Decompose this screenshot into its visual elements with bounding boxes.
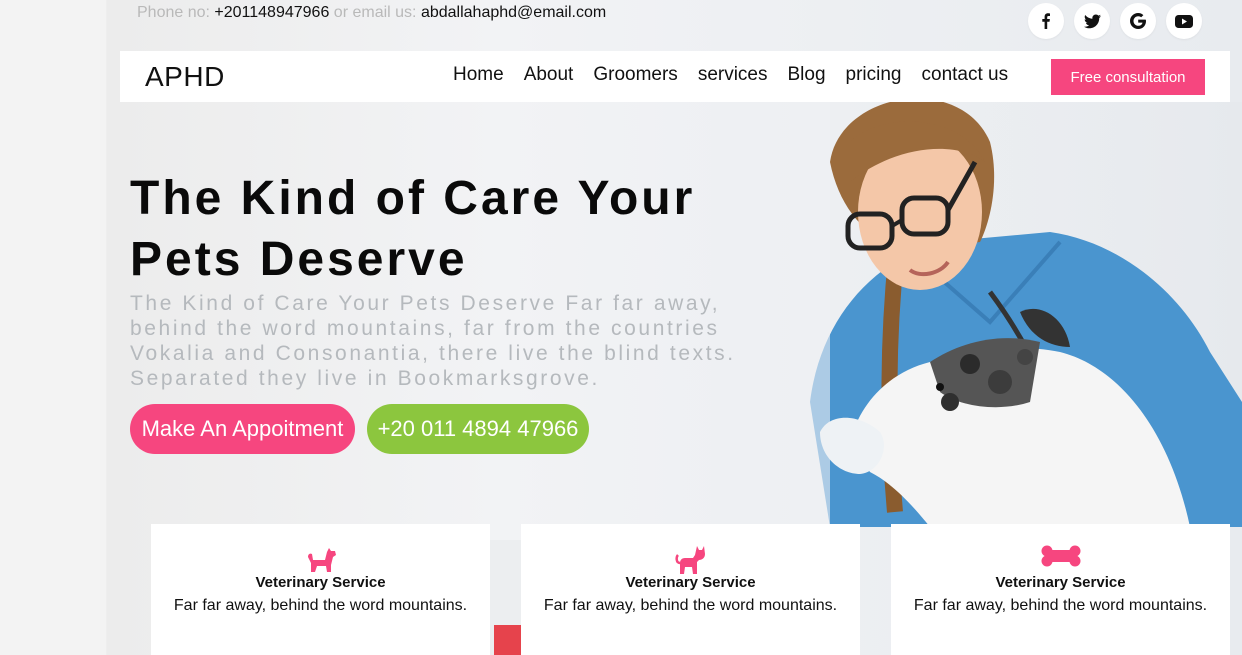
hero-subtitle: The Kind of Care Your Pets Deserve Far f… [130,292,736,390]
service-card[interactable]: Veterinary Service Far far away, behind … [151,524,490,655]
email-address[interactable]: abdallahaphd@email.com [421,4,606,21]
card-title: Veterinary Service [995,574,1126,591]
hero-photo-vet-with-dog [790,102,1242,527]
nav-contact[interactable]: contact us [922,64,1009,86]
youtube-icon [1175,14,1193,28]
nav-groomers[interactable]: Groomers [593,64,677,86]
phone-number[interactable]: +201148947966 [214,4,329,21]
nav-about[interactable]: About [524,64,574,86]
call-phone-button[interactable]: +20 011 4894 47966 [367,404,589,454]
card-text: Far far away, behind the word mountains. [543,597,838,614]
google-link[interactable] [1120,3,1156,39]
free-consultation-button[interactable]: Free consultation [1051,59,1205,95]
left-strip [0,0,106,655]
twitter-link[interactable] [1074,3,1110,39]
service-card[interactable]: Veterinary Service Far far away, behind … [891,524,1230,655]
card-text: Far far away, behind the word mountains. [913,597,1208,614]
nav-blog[interactable]: Blog [788,64,826,86]
youtube-link[interactable] [1166,3,1202,39]
nav-menu: Home About Groomers services Blog pricin… [453,64,1028,86]
nav-pricing[interactable]: pricing [846,64,902,86]
card-gap [490,540,521,655]
twitter-icon [1083,13,1101,28]
brand-logo[interactable]: APHD [145,61,225,93]
phone-label: Phone no: [137,4,210,21]
contact-bar: Phone no: +201148947966 or email us: abd… [137,4,606,22]
card-title: Veterinary Service [625,574,756,591]
bone-icon [1041,545,1081,572]
nav-home[interactable]: Home [453,64,504,86]
facebook-link[interactable] [1028,3,1064,39]
nav-services[interactable]: services [698,64,768,86]
social-links [1028,3,1202,39]
card-text: Far far away, behind the word mountains. [173,597,468,614]
card-title: Veterinary Service [255,574,386,591]
hero-title: The Kind of Care Your Pets Deserve [130,172,696,286]
google-icon [1130,13,1146,29]
main-navbar: APHD Home About Groomers services Blog p… [120,51,1230,102]
email-label: or email us: [333,4,417,21]
service-card[interactable]: Veterinary Service Far far away, behind … [521,524,860,655]
facebook-icon [1042,13,1050,29]
make-appointment-button[interactable]: Make An Appoitment [130,404,355,454]
red-object [494,625,521,655]
